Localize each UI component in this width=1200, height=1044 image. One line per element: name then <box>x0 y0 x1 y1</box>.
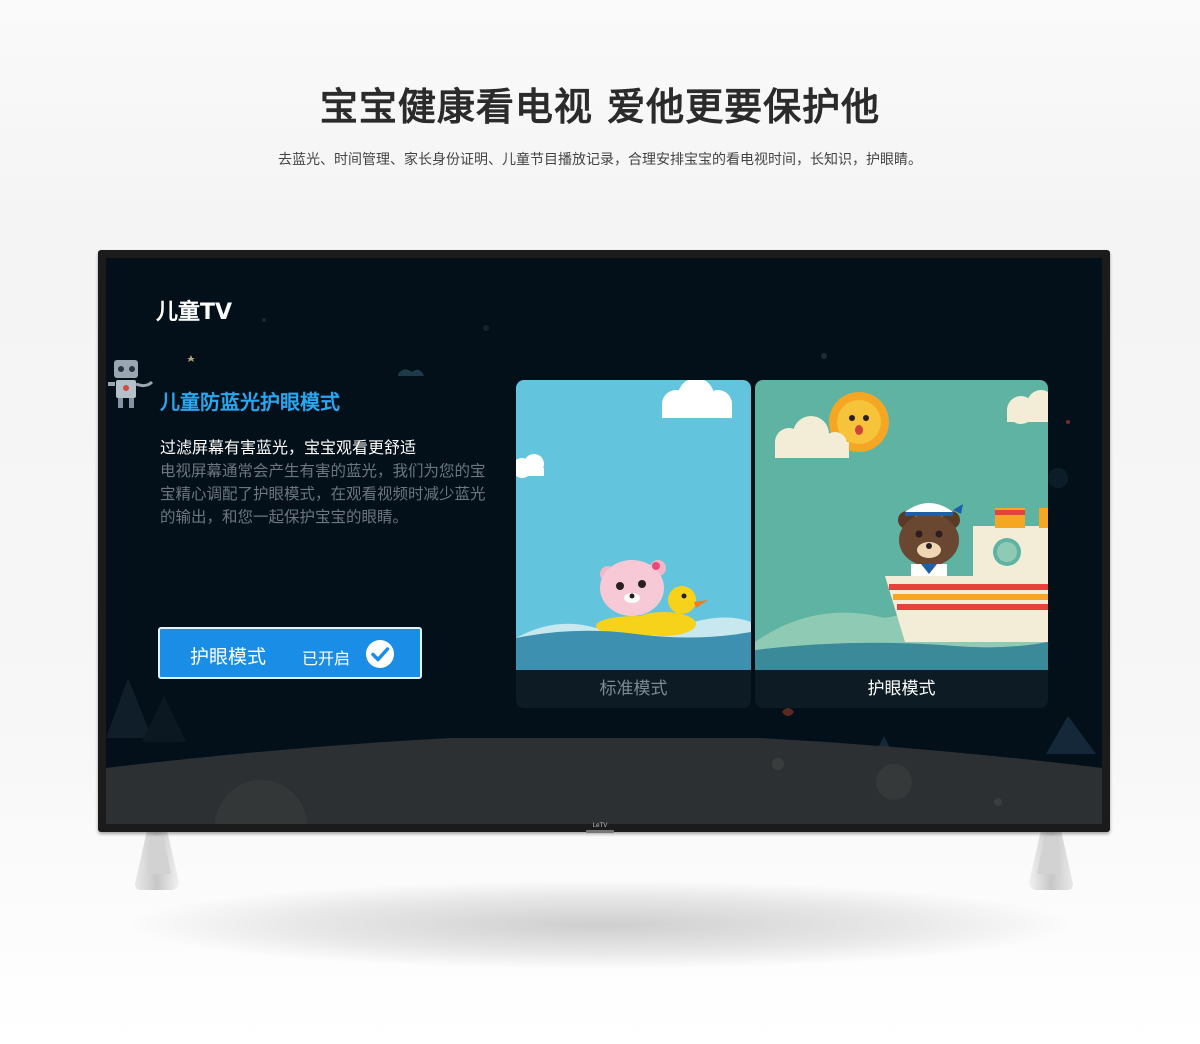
eye-mode-toggle-button[interactable]: 护眼模式 已开启 <box>158 627 422 679</box>
moon-surface-decoration <box>106 738 1102 824</box>
tv-stand-left <box>135 830 179 890</box>
check-circle-icon <box>366 640 394 668</box>
standard-mode-label: 标准模式 <box>516 670 751 708</box>
tv-sensor-bar <box>586 830 614 833</box>
feature-description: 电视屏幕通常会产生有害的蓝光，我们为您的宝宝精心调配了护眼模式，在观看视频时减少… <box>160 462 486 526</box>
tv-stand-right <box>1029 830 1073 890</box>
feature-subtitle: 过滤屏幕有害蓝光，宝宝观看更舒适 <box>160 438 417 457</box>
page-headline: 宝宝健康看电视 爱他更要保护他 <box>319 85 881 129</box>
feature-title: 儿童防蓝光护眼模式 <box>160 390 340 414</box>
eye-mode-label: 护眼模式 <box>190 646 267 668</box>
tv-screen: 儿童TV 儿童防蓝光护眼模式 过滤屏幕有害蓝光，宝宝观看更舒适 电视屏幕通常会产… <box>106 258 1102 824</box>
standard-mode-card[interactable]: 标准模式 <box>516 380 751 708</box>
tv-brand-logo: LeTV <box>592 822 608 829</box>
eye-mode-status: 已开启 <box>302 649 351 668</box>
page-subheadline: 去蓝光、时间管理、家长身份证明、儿童节目播放记录，合理安排宝宝的看电视时间，长知… <box>278 152 922 168</box>
robot-mascot-icon <box>108 360 154 408</box>
app-title: 儿童TV <box>156 300 233 325</box>
tv-floor-shadow <box>120 880 1080 970</box>
standard-mode-illustration <box>516 380 751 670</box>
eye-mode-label: 护眼模式 <box>755 670 1048 708</box>
tv-frame: 儿童TV 儿童防蓝光护眼模式 过滤屏幕有害蓝光，宝宝观看更舒适 电视屏幕通常会产… <box>98 250 1110 832</box>
eye-mode-illustration <box>755 380 1048 670</box>
eye-mode-card[interactable]: 护眼模式 <box>755 380 1048 708</box>
